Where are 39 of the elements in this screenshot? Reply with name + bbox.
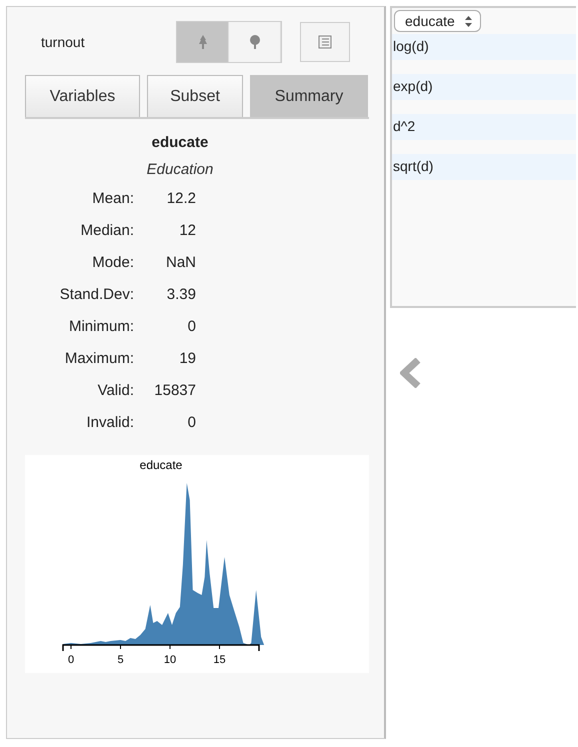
plot-title: educate [140,458,182,472]
stat-label: Maximum: [64,350,134,367]
stat-value: 12.2 [166,190,196,207]
tab[interactable]: Subset [147,75,243,117]
transform-item[interactable]: d^2 [392,114,576,140]
tick-label: 5 [117,654,124,666]
tick-label: 0 [68,654,74,666]
updown-icon [464,16,472,26]
variable-label: Education [146,161,214,178]
transform-item[interactable]: exp(d) [392,74,576,100]
tick-label: 10 [164,654,176,666]
dataset-name: turnout [41,34,86,50]
stat-label: Stand.Dev: [58,286,134,303]
stat-label: Minimum: [68,318,134,335]
tree-icon [248,35,260,49]
stat-value: NaN [164,254,196,271]
stat-value: 15837 [153,382,196,399]
list-button[interactable] [300,22,350,62]
tab[interactable]: Variables [25,75,140,117]
variable-select[interactable]: educate [394,10,481,32]
stat-label: Median: [80,222,134,239]
tree-icon [198,35,208,49]
stat-value: 0 [186,414,196,431]
stat-value: 12 [178,222,196,239]
view-button[interactable] [177,22,229,62]
stat-value: 19 [178,350,196,367]
list-icon [318,35,332,49]
stat-value: 3.39 [166,286,196,303]
stat-label: Invalid: [85,414,134,431]
tab[interactable]: Summary [250,75,368,117]
stat-label: Valid: [96,382,134,399]
tick-label: 15 [213,654,226,666]
chevron-left-icon[interactable] [400,358,422,388]
stat-label: Mean: [91,190,134,207]
transform-item[interactable]: sqrt(d) [392,154,576,180]
variable-name: educate [150,134,210,151]
transform-item[interactable]: log(d) [392,34,576,60]
stat-label: Mode: [91,254,134,271]
stat-value: 0 [186,318,196,335]
